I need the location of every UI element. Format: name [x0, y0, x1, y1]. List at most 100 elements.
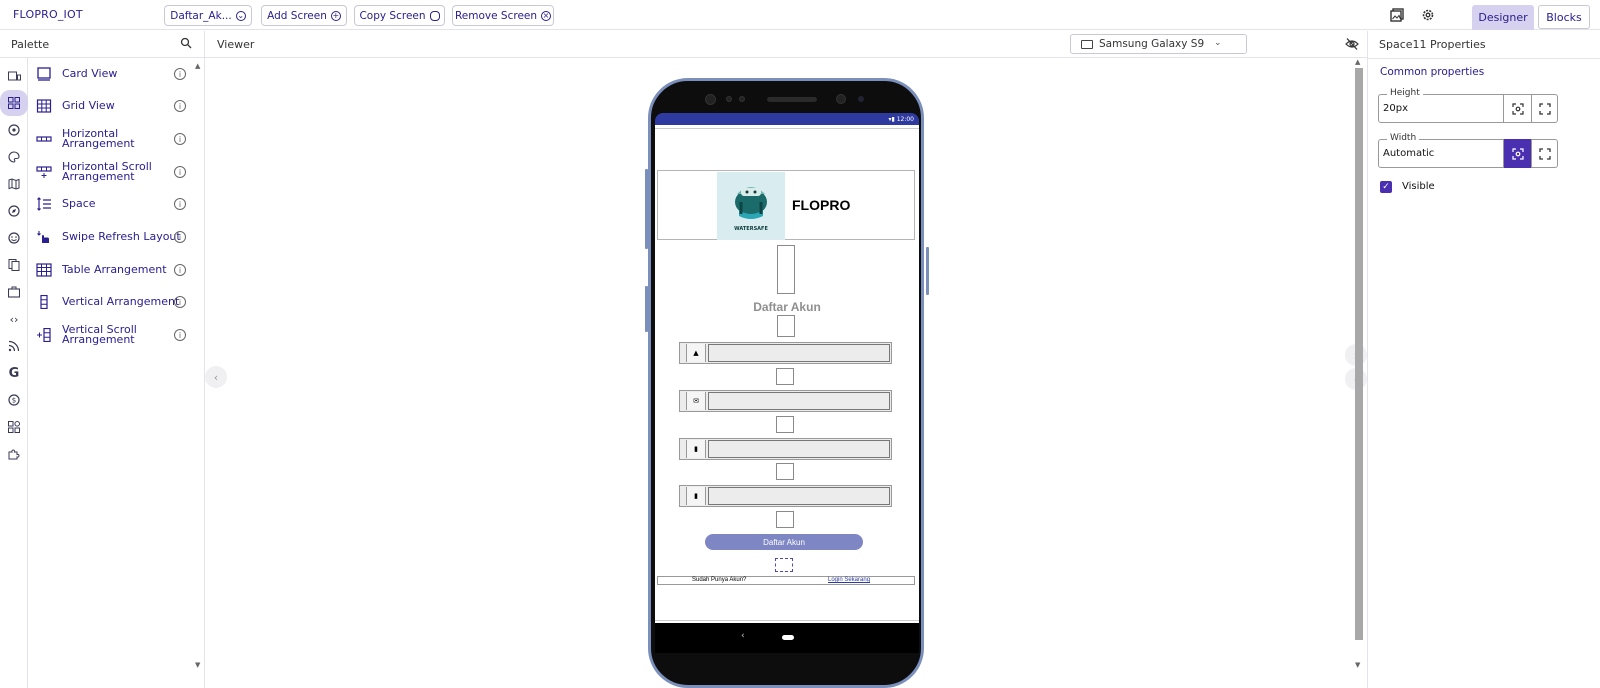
palette-item-vertical-arrangement[interactable]: Vertical Arrangement i — [28, 287, 198, 317]
remove-screen-button[interactable]: Remove Screen × — [452, 5, 554, 26]
confirm-password-field[interactable]: ▮ — [679, 485, 892, 507]
close-circle-icon: × — [541, 10, 552, 21]
info-icon[interactable]: i — [174, 296, 186, 308]
maps-category-icon[interactable] — [4, 174, 24, 194]
eye-off-icon[interactable] — [1345, 37, 1359, 51]
password-input[interactable] — [708, 440, 890, 458]
info-icon[interactable]: i — [174, 68, 186, 80]
storage-files-icon[interactable] — [4, 255, 24, 275]
spacer[interactable] — [776, 416, 794, 433]
email-field[interactable]: ✉ — [679, 390, 892, 412]
spacer[interactable] — [776, 511, 794, 528]
palette-item-grid-view[interactable]: Grid View i — [28, 91, 198, 121]
viewer-scroll-up-icon[interactable]: ▲ — [1355, 58, 1360, 66]
palette-item-table-arrangement[interactable]: Table Arrangement i — [28, 255, 198, 285]
collapse-palette-button[interactable]: ‹ — [205, 366, 227, 388]
palette-item-vertical-scroll-arrangement[interactable]: Vertical Scroll Arrangement i — [28, 320, 198, 350]
fullscreen-icon — [1539, 102, 1551, 115]
palette-item-space[interactable]: Space i — [28, 189, 198, 219]
fit-content-button-selected[interactable] — [1503, 139, 1531, 168]
password-field[interactable]: ▮ — [679, 438, 892, 460]
home-icon[interactable] — [782, 635, 794, 640]
back-icon[interactable]: ‹ — [741, 631, 745, 641]
visible-checkbox[interactable]: ✓ — [1380, 181, 1392, 193]
register-title: Daftar Akun — [753, 300, 821, 314]
email-input[interactable] — [708, 392, 890, 410]
palette-item-swipe-refresh-layout[interactable]: Swipe Refresh Layout i — [28, 222, 198, 252]
monetization-dollar-icon[interactable]: $ — [4, 390, 24, 410]
search-icon[interactable] — [180, 37, 192, 49]
flopro-logo-image[interactable]: WATERSAFE — [717, 172, 785, 240]
palette-scroll-down-icon[interactable]: ▼ — [195, 661, 200, 669]
viewer-scrollbar[interactable] — [1355, 68, 1363, 640]
height-value[interactable]: 20px — [1383, 103, 1408, 114]
info-icon[interactable]: i — [174, 100, 186, 112]
google-icon[interactable]: G — [4, 363, 24, 383]
grid-view-icon — [36, 99, 52, 113]
code-brackets-icon[interactable]: ‹› — [4, 309, 24, 329]
width-property: Width Automatic — [1378, 133, 1558, 168]
confirm-password-input[interactable] — [708, 487, 890, 505]
palette-item-card-view[interactable]: Card View i — [28, 59, 198, 89]
designer-tab[interactable]: Designer — [1472, 5, 1534, 30]
viewer-scroll-down-icon[interactable]: ▼ — [1355, 661, 1360, 669]
palette-item-horizontal-arrangement[interactable]: Horizontal Arrangement i — [28, 124, 198, 154]
spacer[interactable] — [777, 315, 795, 337]
media-category-icon[interactable] — [4, 120, 24, 140]
username-field[interactable]: ▲ — [679, 342, 892, 364]
device-select[interactable]: Samsung Galaxy S9 ⌄ — [1070, 34, 1247, 54]
header-arrangement[interactable]: WATERSAFE FLOPRO — [657, 170, 915, 240]
palette-item-horizontal-scroll-arrangement[interactable]: Horizontal Scroll Arrangement i — [28, 157, 198, 187]
width-value[interactable]: Automatic — [1383, 148, 1434, 159]
selected-space-component[interactable] — [775, 558, 793, 572]
fill-parent-button[interactable] — [1531, 139, 1558, 168]
rss-feed-icon[interactable] — [4, 336, 24, 356]
gallery-icon[interactable] — [1390, 7, 1406, 23]
phone-power-button — [926, 247, 929, 295]
info-icon[interactable]: i — [174, 198, 186, 210]
wifi-icon: ▾▮ — [888, 115, 897, 123]
add-screen-button[interactable]: Add Screen + — [261, 5, 347, 26]
spacer[interactable] — [777, 245, 795, 294]
social-category-icon[interactable] — [4, 228, 24, 248]
spacer[interactable] — [776, 463, 794, 480]
palette-list: Card View i Grid View i Horizontal Arran… — [28, 58, 205, 688]
info-icon[interactable]: i — [174, 329, 186, 341]
top-toolbar: FLOPRO_IOT Daftar_Ak... ⌄ Add Screen + C… — [0, 0, 1600, 30]
device-select-value: Samsung Galaxy S9 — [1099, 38, 1205, 50]
connectivity-briefcase-icon[interactable] — [4, 282, 24, 302]
blocks-tab[interactable]: Blocks — [1538, 5, 1590, 29]
phone-camera — [705, 94, 716, 105]
vertical-arrangement-icon — [40, 295, 48, 309]
remove-screen-label: Remove Screen — [454, 9, 538, 22]
common-properties-label: Common properties — [1380, 66, 1485, 78]
username-input[interactable] — [708, 344, 890, 362]
info-icon[interactable]: i — [174, 166, 186, 178]
drawing-palette-icon[interactable] — [4, 147, 24, 167]
gear-icon[interactable] — [1420, 7, 1436, 23]
user-interface-category-icon[interactable] — [4, 66, 24, 86]
puzzle-extension-icon[interactable] — [4, 444, 24, 464]
fill-parent-button[interactable] — [1531, 94, 1558, 123]
lock-icon: ▮ — [686, 440, 706, 458]
layout-category-icon[interactable] — [0, 90, 28, 116]
spacer[interactable] — [776, 368, 794, 385]
palette-item-label: Horizontal Arrangement — [62, 127, 135, 150]
info-icon[interactable]: i — [174, 231, 186, 243]
palette-header: Palette — [0, 31, 205, 58]
swipe-refresh-icon — [37, 231, 49, 243]
phone-volume-button — [645, 169, 648, 249]
copy-screen-button[interactable]: Copy Screen — [354, 5, 445, 26]
phone-sensor — [858, 96, 864, 102]
info-icon[interactable]: i — [174, 264, 186, 276]
login-link[interactable]: Login Sekarang — [828, 577, 870, 583]
viewer-header: Viewer Samsung Galaxy S9 ⌄ — [205, 31, 1367, 58]
info-icon[interactable]: i — [174, 133, 186, 145]
fit-content-button[interactable] — [1503, 94, 1531, 123]
sensors-compass-icon[interactable] — [4, 201, 24, 221]
extensions-apps-icon[interactable] — [4, 417, 24, 437]
horizontal-scroll-arrangement-icon — [36, 166, 52, 178]
screen-select-button[interactable]: Daftar_Ak... ⌄ — [164, 5, 252, 26]
palette-scroll-up-icon[interactable]: ▲ — [195, 62, 200, 70]
register-button[interactable]: Daftar Akun — [705, 534, 863, 550]
